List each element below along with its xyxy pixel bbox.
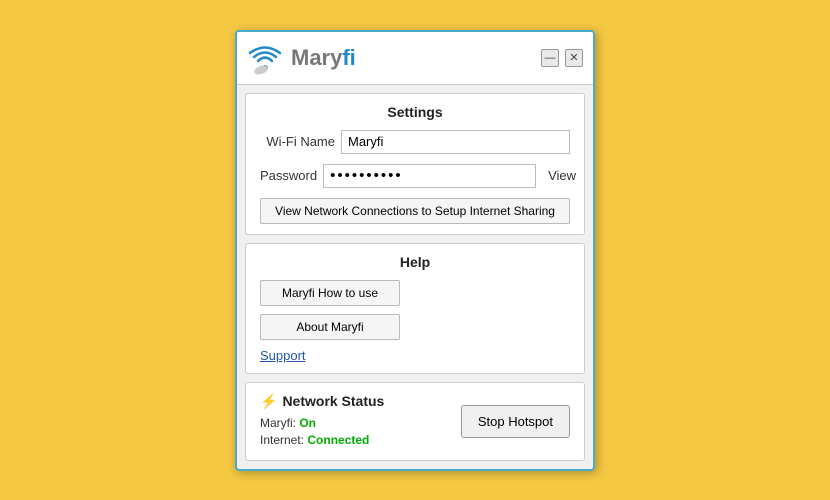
window-controls: — ✕	[541, 49, 583, 67]
about-button[interactable]: About Maryfi	[260, 314, 400, 340]
view-password-link[interactable]: View	[548, 168, 576, 183]
wifi-logo-icon	[247, 40, 283, 76]
close-button[interactable]: ✕	[565, 49, 583, 67]
settings-title: Settings	[260, 104, 570, 120]
password-row: Password View	[260, 164, 570, 188]
network-status-title: ⚡ Network Status	[260, 393, 461, 410]
help-section: Help Maryfi How to use About Maryfi Supp…	[245, 243, 585, 374]
how-to-use-button[interactable]: Maryfi How to use	[260, 280, 400, 306]
internet-status-row: Internet: Connected	[260, 433, 461, 447]
wifi-name-input[interactable]	[341, 130, 570, 154]
maryfi-status-row: Maryfi: On	[260, 416, 461, 430]
status-info: ⚡ Network Status Maryfi: On Internet: Co…	[260, 393, 461, 450]
title-bar: Maryfi — ✕	[237, 32, 593, 85]
logo-text: Maryfi	[291, 45, 533, 71]
lightning-icon: ⚡	[260, 393, 277, 410]
minimize-button[interactable]: —	[541, 49, 559, 67]
password-label: Password	[260, 168, 317, 183]
wifi-name-label: Wi-Fi Name	[260, 134, 335, 149]
help-title: Help	[260, 254, 570, 270]
maryfi-status-value: On	[299, 416, 316, 430]
internet-status-value: Connected	[307, 433, 369, 447]
stop-hotspot-button[interactable]: Stop Hotspot	[461, 405, 570, 438]
password-input[interactable]	[323, 164, 536, 188]
main-window: Maryfi — ✕ Settings Wi-Fi Name Password …	[235, 30, 595, 471]
wifi-name-row: Wi-Fi Name	[260, 130, 570, 154]
network-status-section: ⚡ Network Status Maryfi: On Internet: Co…	[245, 382, 585, 461]
support-link[interactable]: Support	[260, 348, 306, 363]
settings-section: Settings Wi-Fi Name Password View View N…	[245, 93, 585, 235]
network-connections-button[interactable]: View Network Connections to Setup Intern…	[260, 198, 570, 224]
